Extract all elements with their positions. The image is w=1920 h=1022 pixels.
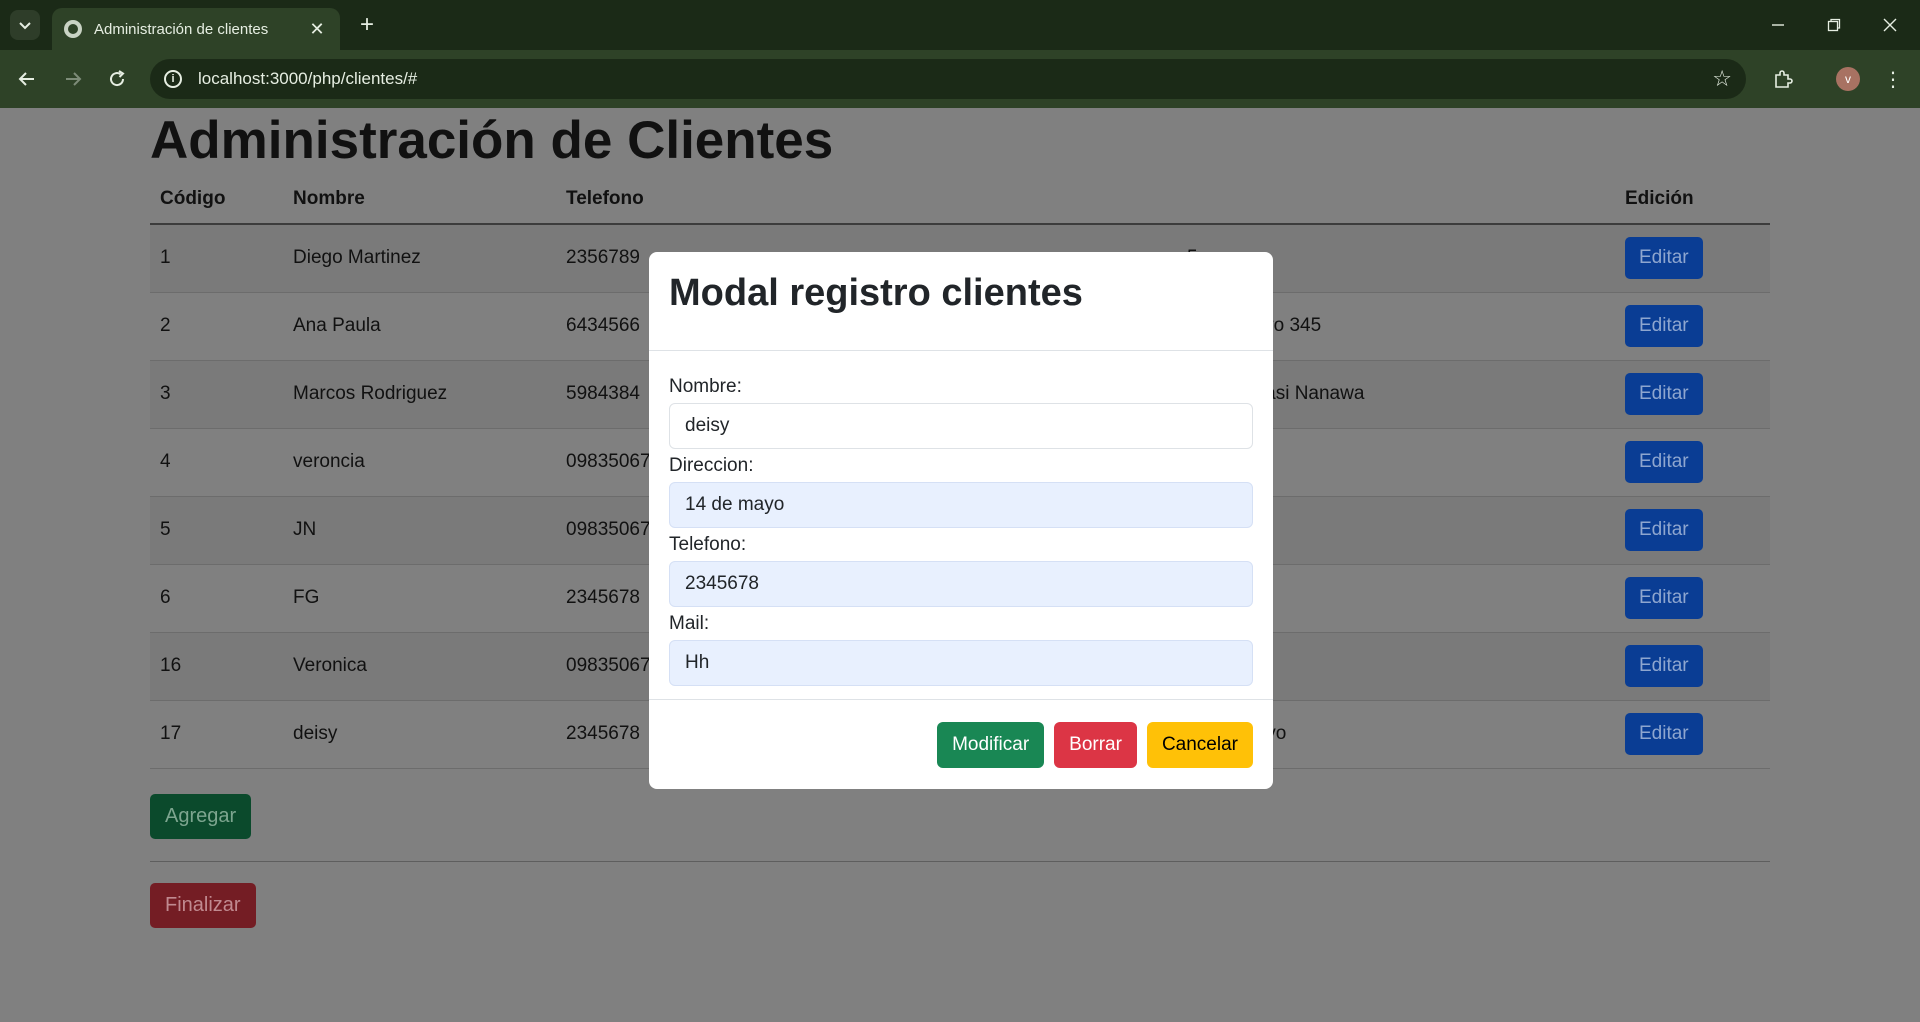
- cell-codigo: 17: [150, 700, 283, 769]
- cell-codigo: 16: [150, 632, 283, 701]
- browser-tab-strip: Administración de clientes ✕ +: [0, 0, 1920, 50]
- modal-footer: Modificar Borrar Cancelar: [649, 699, 1273, 789]
- cell-nombre: JN: [283, 496, 556, 565]
- cell-edicion: Editar: [1615, 700, 1770, 769]
- modal-title: Modal registro clientes: [669, 272, 1083, 314]
- edit-button[interactable]: Editar: [1625, 373, 1703, 415]
- avatar[interactable]: v: [1836, 67, 1860, 91]
- cell-codigo: 5: [150, 496, 283, 565]
- address-bar[interactable]: i localhost:3000/php/clientes/# ☆: [150, 59, 1746, 99]
- mail-label: Mail:: [669, 613, 710, 634]
- mail-field[interactable]: Hh: [669, 640, 1253, 686]
- globe-icon: [64, 20, 82, 38]
- name-label: Nombre:: [669, 376, 742, 397]
- cell-nombre: Veronica: [283, 632, 556, 701]
- cell-edicion: Editar: [1615, 360, 1770, 429]
- page-content: Administración de Clientes Código Nombre…: [0, 108, 1920, 1022]
- modify-button[interactable]: Modificar: [937, 721, 1045, 768]
- cell-codigo: 4: [150, 428, 283, 497]
- delete-button[interactable]: Borrar: [1054, 721, 1137, 768]
- edit-button[interactable]: Editar: [1625, 305, 1703, 347]
- client-modal: Modal registro clientes Nombre: deisy Di…: [649, 252, 1273, 789]
- close-icon[interactable]: ✕: [306, 19, 328, 40]
- cell-edicion: Editar: [1615, 224, 1770, 293]
- cell-codigo: 2: [150, 292, 283, 361]
- modal-header: Modal registro clientes: [649, 252, 1273, 351]
- address-label: Direccion:: [669, 455, 754, 476]
- edit-button[interactable]: Editar: [1625, 645, 1703, 687]
- column-header-edicion: Edición: [1615, 174, 1770, 225]
- edit-button[interactable]: Editar: [1625, 577, 1703, 619]
- divider: [150, 861, 1770, 862]
- puzzle-icon[interactable]: [1766, 62, 1800, 96]
- cell-edicion: Editar: [1615, 564, 1770, 633]
- cell-nombre: Diego Martinez: [283, 224, 556, 293]
- cell-nombre: FG: [283, 564, 556, 633]
- browser-toolbar: i localhost:3000/php/clientes/# ☆: [0, 50, 1920, 108]
- column-header-direccion: [1177, 174, 1615, 225]
- plus-icon[interactable]: +: [352, 10, 382, 40]
- cancel-button[interactable]: Cancelar: [1146, 721, 1253, 768]
- edit-button[interactable]: Editar: [1625, 509, 1703, 551]
- finish-button[interactable]: Finalizar: [150, 883, 256, 928]
- tab-title: Administración de clientes: [94, 20, 269, 38]
- minimize-icon[interactable]: [1750, 0, 1806, 50]
- edit-button[interactable]: Editar: [1625, 237, 1703, 280]
- chevron-down-icon[interactable]: [10, 10, 40, 40]
- restore-icon[interactable]: [1806, 0, 1862, 50]
- window-close-icon[interactable]: [1862, 0, 1918, 50]
- page-title: Administración de Clientes: [150, 111, 834, 170]
- arrow-right-icon[interactable]: [56, 62, 90, 96]
- edit-button[interactable]: Editar: [1625, 713, 1703, 755]
- cell-nombre: deisy: [283, 700, 556, 769]
- name-field[interactable]: deisy: [669, 403, 1253, 449]
- modal-body: Nombre: deisy Direccion: 14 de mayo Tele…: [649, 351, 1273, 712]
- cell-nombre: Ana Paula: [283, 292, 556, 361]
- cell-edicion: Editar: [1615, 632, 1770, 701]
- table-header-row: Código Nombre Telefono Edición: [150, 174, 1770, 225]
- column-header-mail: [750, 174, 1177, 225]
- column-header-codigo: Código: [150, 174, 283, 225]
- browser-tab[interactable]: Administración de clientes ✕: [52, 8, 340, 50]
- cell-edicion: Editar: [1615, 428, 1770, 497]
- more-vert-icon[interactable]: ⋮: [1878, 62, 1908, 96]
- url-text[interactable]: localhost:3000/php/clientes/#: [198, 69, 1712, 89]
- phone-label: Telefono:: [669, 534, 747, 555]
- reload-icon[interactable]: [100, 62, 134, 96]
- info-icon[interactable]: i: [164, 70, 182, 88]
- edit-button[interactable]: Editar: [1625, 441, 1703, 483]
- add-button[interactable]: Agregar: [150, 794, 252, 839]
- column-header-nombre: Nombre: [283, 174, 556, 225]
- cell-edicion: Editar: [1615, 496, 1770, 565]
- column-header-telefono: Telefono: [556, 174, 750, 225]
- cell-codigo: 1: [150, 224, 283, 293]
- cell-edicion: Editar: [1615, 292, 1770, 361]
- cell-codigo: 6: [150, 564, 283, 633]
- star-icon[interactable]: ☆: [1712, 66, 1732, 92]
- cell-nombre: Marcos Rodriguez: [283, 360, 556, 429]
- arrow-left-icon[interactable]: [10, 62, 44, 96]
- phone-field[interactable]: 2345678: [669, 561, 1253, 607]
- address-field[interactable]: 14 de mayo: [669, 482, 1253, 528]
- cell-nombre: veroncia: [283, 428, 556, 497]
- cell-codigo: 3: [150, 360, 283, 429]
